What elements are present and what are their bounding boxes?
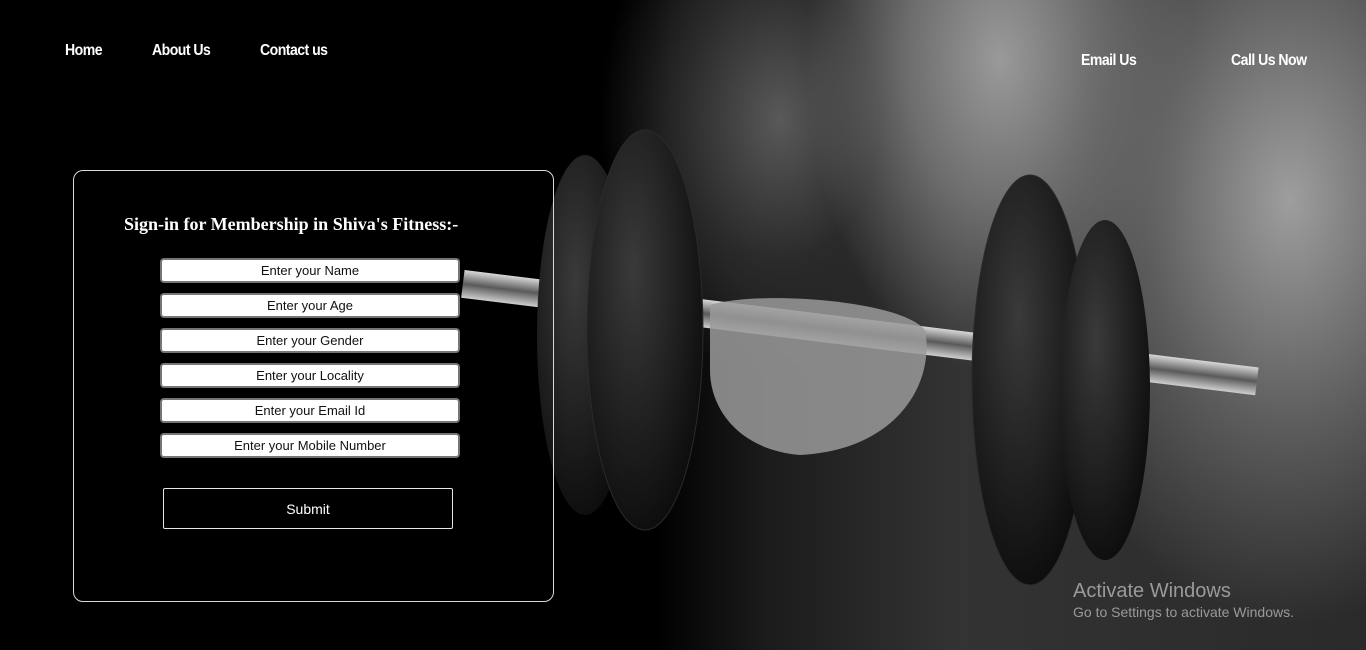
gender-input[interactable]	[160, 328, 460, 353]
age-input[interactable]	[160, 293, 460, 318]
nav-call-link[interactable]: Call Us Now	[1231, 52, 1307, 70]
nav-email-link[interactable]: Email Us	[1081, 52, 1137, 70]
locality-input[interactable]	[160, 363, 460, 388]
nav-contact-link[interactable]: Contact us	[260, 42, 328, 60]
nav-about-link[interactable]: About Us	[152, 42, 211, 60]
watermark-subtitle: Go to Settings to activate Windows.	[1073, 604, 1294, 620]
windows-activation-watermark: Activate Windows Go to Settings to activ…	[1073, 580, 1294, 620]
submit-button[interactable]: Submit	[163, 488, 453, 529]
mobile-input[interactable]	[160, 433, 460, 458]
name-input[interactable]	[160, 258, 460, 283]
nav-home-link[interactable]: Home	[65, 42, 103, 60]
email-input[interactable]	[160, 398, 460, 423]
watermark-title: Activate Windows	[1073, 580, 1231, 602]
membership-form: Sign-in for Membership in Shiva's Fitnes…	[73, 170, 554, 602]
form-title: Sign-in for Membership in Shiva's Fitnes…	[124, 214, 459, 234]
